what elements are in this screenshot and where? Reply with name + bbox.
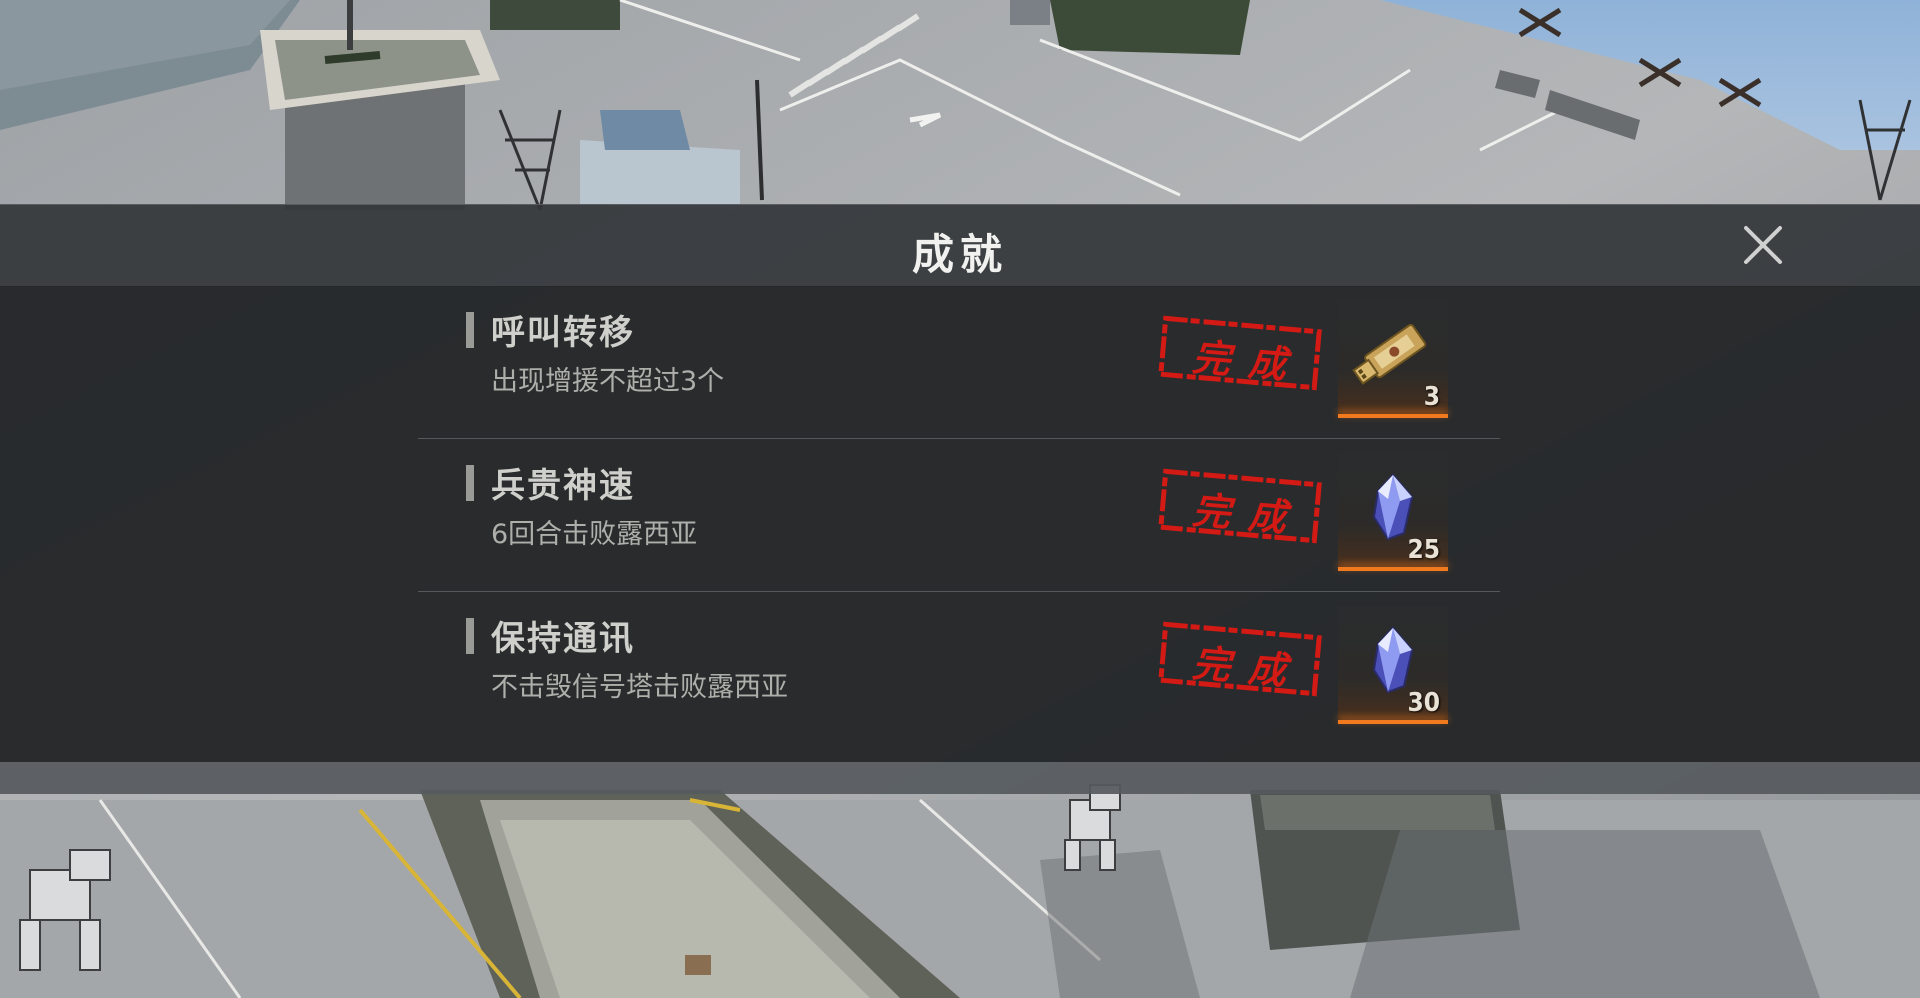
achievements-dialog: 成就 呼叫转移 出现增援不超过3个 完成 3 兵贵神速 6回合击败露西亚 完成 … xyxy=(0,204,1920,794)
reward-glow-bar xyxy=(1338,567,1448,571)
close-button[interactable] xyxy=(1742,224,1784,266)
completed-stamp: 完成 xyxy=(1158,621,1323,697)
reward-slot[interactable]: 3 xyxy=(1338,300,1448,418)
achievement-row[interactable]: 兵贵神速 6回合击败露西亚 完成 25 xyxy=(418,439,1500,592)
reward-count: 3 xyxy=(1423,382,1440,412)
reward-glow-bar xyxy=(1338,720,1448,724)
row-accent-bar xyxy=(466,465,474,501)
row-accent-bar xyxy=(466,312,474,348)
dialog-header: 成就 xyxy=(0,204,1920,287)
dialog-footer xyxy=(0,762,1920,794)
reward-slot[interactable]: 30 xyxy=(1338,606,1448,724)
completed-stamp: 完成 xyxy=(1158,468,1323,544)
close-icon xyxy=(1744,226,1782,264)
achievement-list[interactable]: 呼叫转移 出现增援不超过3个 完成 3 兵贵神速 6回合击败露西亚 完成 25 … xyxy=(0,286,1920,762)
row-accent-bar xyxy=(466,618,474,654)
game-screen: 成就 呼叫转移 出现增援不超过3个 完成 3 兵贵神速 6回合击败露西亚 完成 … xyxy=(0,0,1920,998)
reward-glow-bar xyxy=(1338,414,1448,418)
achievement-row[interactable]: 保持通讯 不击毁信号塔击败露西亚 完成 30 xyxy=(418,592,1500,745)
reward-count: 30 xyxy=(1407,688,1440,718)
dialog-title: 成就 xyxy=(911,230,1008,279)
achievement-description: 出现增援不超过3个 xyxy=(491,366,725,397)
achievement-description: 6回合击败露西亚 xyxy=(491,519,698,550)
achievement-title: 保持通讯 xyxy=(491,619,635,659)
achievement-title: 呼叫转移 xyxy=(491,313,635,353)
achievement-description: 不击毁信号塔击败露西亚 xyxy=(491,672,788,703)
achievement-title: 兵贵神速 xyxy=(491,466,635,506)
achievement-row[interactable]: 呼叫转移 出现增援不超过3个 完成 3 xyxy=(418,286,1500,439)
reward-count: 25 xyxy=(1407,535,1440,565)
completed-stamp: 完成 xyxy=(1158,315,1323,391)
reward-slot[interactable]: 25 xyxy=(1338,453,1448,571)
